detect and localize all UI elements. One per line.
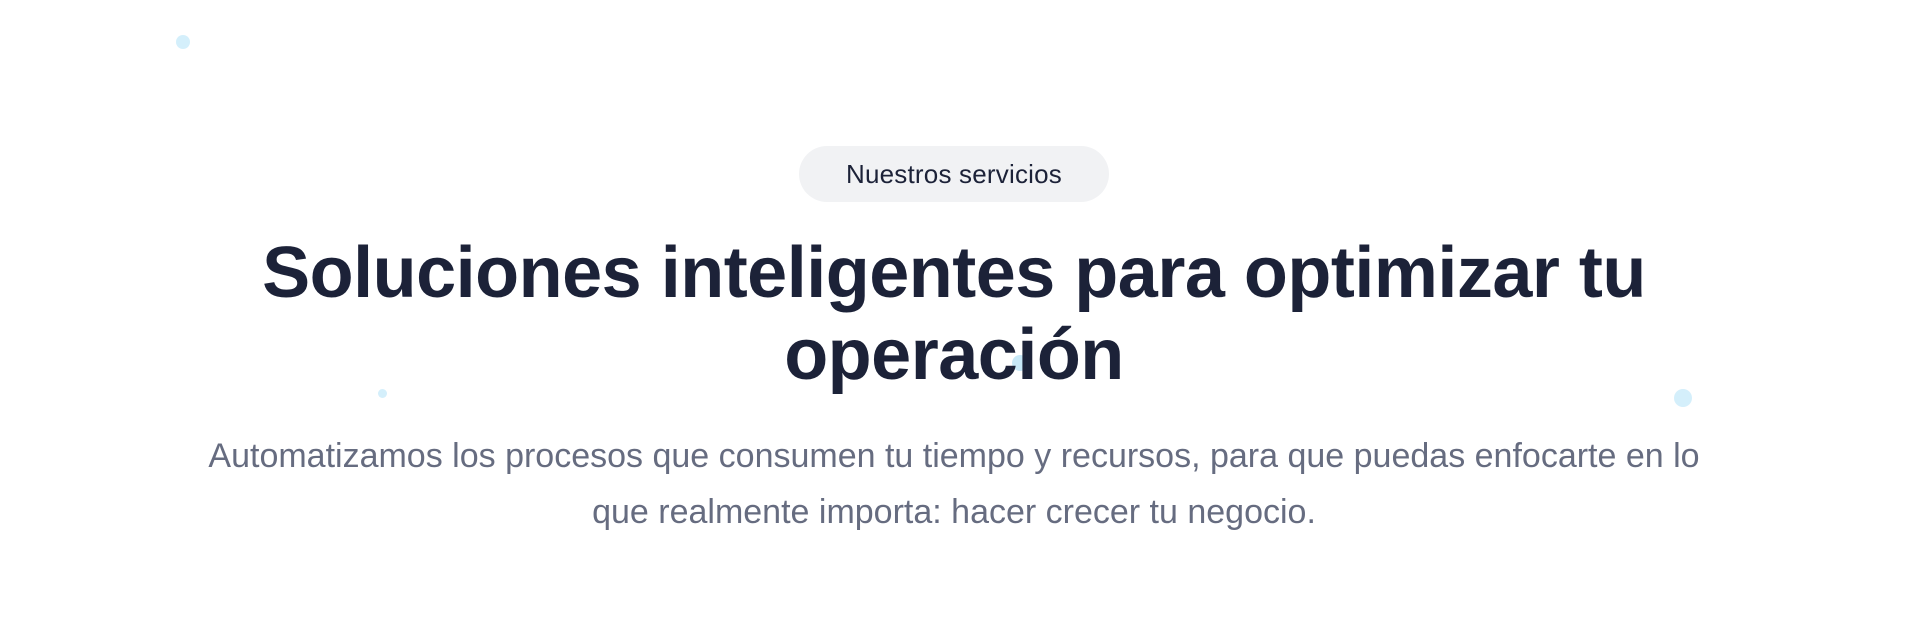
section-subtitle: Automatizamos los procesos que consumen … bbox=[208, 437, 1700, 531]
section-title: Soluciones inteligentes para optimizar t… bbox=[262, 233, 1646, 395]
decorative-dot bbox=[176, 35, 190, 49]
services-section: Nuestros servicios Soluciones inteligent… bbox=[0, 0, 1908, 626]
section-badge: Nuestros servicios bbox=[799, 146, 1109, 202]
